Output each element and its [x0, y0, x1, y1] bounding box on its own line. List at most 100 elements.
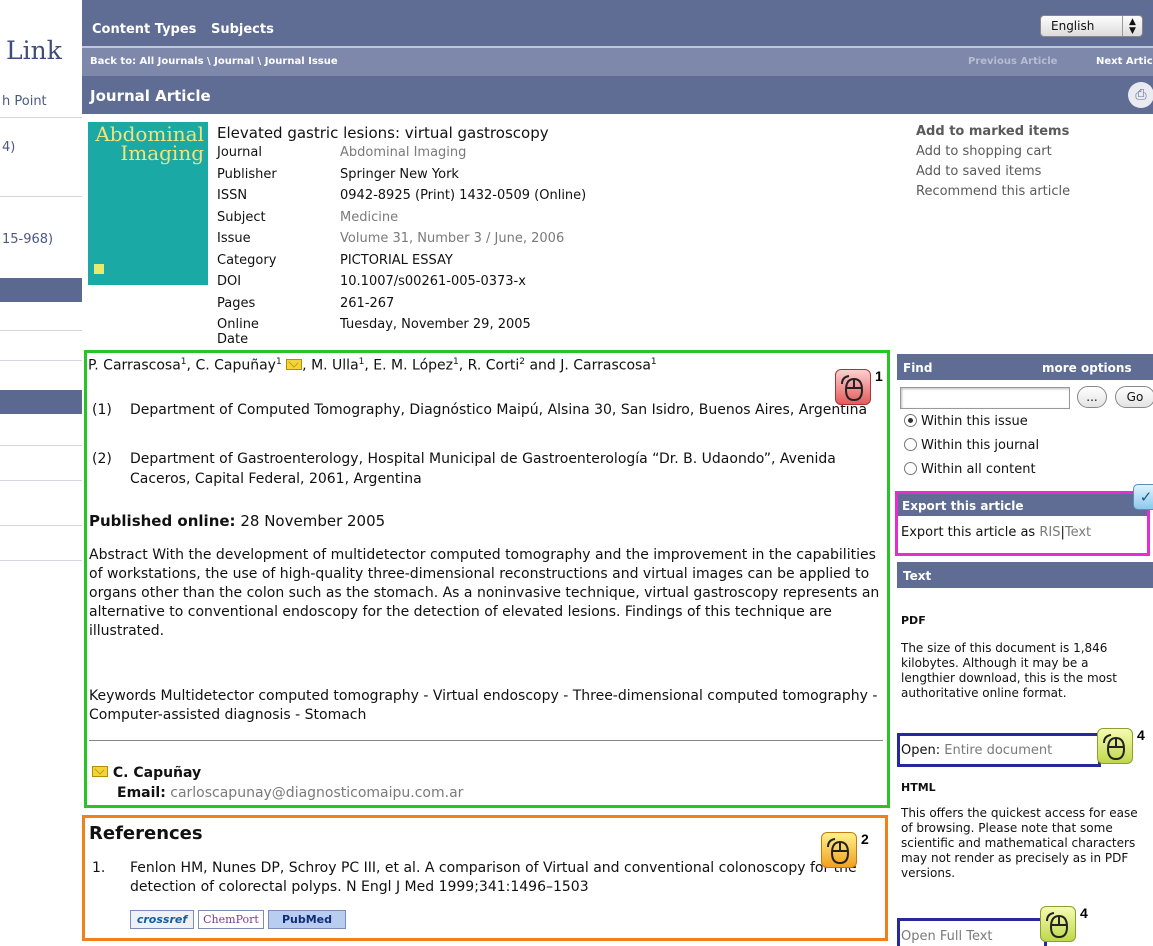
radio-selected-icon: [904, 414, 917, 427]
article-title: Elevated gastric lesions: virtual gastro…: [217, 124, 549, 142]
mouse-click-badge-icon: 4: [1040, 905, 1088, 942]
metadata-value[interactable]: Volume 31, Number 3 / June, 2006: [340, 231, 564, 246]
metadata-key: Publisher: [217, 166, 277, 182]
metadata-value[interactable]: Abdominal Imaging: [340, 145, 466, 160]
reference-number: 1.: [92, 860, 106, 876]
page-title: Journal Article: [90, 87, 211, 105]
entire-document-link[interactable]: Entire document: [944, 743, 1052, 758]
breadcrumb[interactable]: Back to: All Journals \ Journal \ Journa…: [90, 56, 338, 67]
html-description: This offers the quickest access for ease…: [901, 806, 1138, 880]
sidebar-text[interactable]: h Point: [2, 94, 47, 109]
author-name[interactable]: R. Corti: [468, 358, 520, 374]
html-label: HTML: [901, 781, 936, 794]
radio-within-journal[interactable]: Within this journal: [904, 438, 1039, 453]
pdf-description: The size of this document is 1,846 kilob…: [901, 641, 1117, 700]
more-options-link[interactable]: more options: [1042, 361, 1132, 375]
metadata-key: Subject: [217, 209, 266, 225]
radio-within-issue[interactable]: Within this issue: [904, 414, 1028, 429]
sidebar-divider: [0, 525, 82, 526]
select-arrows-icon: ▲ ▼: [1122, 16, 1142, 36]
pdf-label: PDF: [901, 614, 926, 627]
affiliation-sup: 1: [275, 357, 282, 367]
email-label: Email:: [117, 785, 166, 801]
sidebar-divider: [0, 480, 82, 481]
printer-icon[interactable]: ⎙: [1128, 82, 1153, 108]
metadata-key: Online Date: [217, 317, 259, 347]
author-list: P. Carrascosa1, C. Capuñay1 , M. Ulla1, …: [88, 357, 657, 374]
metadata-key: Issue: [217, 231, 251, 246]
pubmed-button[interactable]: PubMed: [268, 910, 346, 929]
journal-cover[interactable]: Abdominal Imaging: [88, 122, 208, 285]
envelope-icon[interactable]: [92, 766, 108, 777]
radio-icon: [904, 462, 917, 475]
export-row: Export this article as RIS|Text: [901, 525, 1091, 540]
author-name[interactable]: E. M. López: [373, 358, 453, 374]
affiliation-sup: 1: [453, 357, 459, 367]
corresponding-author: C. Capuñay: [92, 765, 201, 781]
previous-article-link[interactable]: Previous Article: [968, 56, 1057, 67]
chemport-button[interactable]: ChemPort: [198, 910, 264, 929]
envelope-icon[interactable]: [286, 358, 303, 370]
sidebar-divider: [0, 360, 82, 361]
sidebar-text[interactable]: 4): [2, 140, 15, 155]
published-date: 28 November 2005: [240, 512, 386, 530]
radio-label: Within this issue: [921, 414, 1028, 429]
sidebar-divider: [0, 330, 82, 331]
published-label: Published online:: [89, 512, 236, 530]
open-full-text-link[interactable]: Open Full Text: [901, 929, 993, 944]
export-ris-link[interactable]: RIS: [1039, 525, 1060, 540]
sidebar-section-bar: [0, 278, 82, 302]
author-name[interactable]: M. Ulla: [311, 358, 359, 374]
affiliation-sup: 1: [650, 357, 657, 367]
add-to-saved-items-link[interactable]: Add to saved items: [916, 162, 1070, 182]
find-title: Find: [903, 361, 933, 375]
open-label: Open:: [901, 743, 941, 758]
badge-number: 2: [861, 831, 869, 847]
author-name[interactable]: C. Capuñay: [195, 358, 276, 374]
radio-label: Within this journal: [921, 438, 1040, 453]
email-link[interactable]: carloscapunay@diagnosticomaipu.com.ar: [170, 785, 463, 801]
find-header: Find more options: [897, 354, 1153, 380]
sidebar-divider: [0, 445, 82, 446]
top-nav-bar: Content Types Subjects English ▲ ▼: [82, 0, 1153, 46]
find-input[interactable]: [900, 387, 1070, 409]
article-actions: Add to marked items Add to shopping cart…: [916, 122, 1070, 202]
go-button[interactable]: Go: [1115, 386, 1153, 408]
sidebar-text[interactable]: 15-968): [2, 232, 53, 247]
recommend-article-link[interactable]: Recommend this article: [916, 182, 1070, 202]
text-header: Text: [897, 562, 1153, 588]
affiliation-text: Department of Computed Tomography, Diagn…: [130, 402, 868, 418]
badge-number: 4: [1080, 905, 1088, 921]
section-divider: [89, 740, 883, 741]
metadata-key: ISSN: [217, 188, 248, 203]
export-label: Export this article as: [901, 525, 1036, 540]
radio-label: Within all content: [921, 462, 1036, 477]
export-text-link[interactable]: Text: [1065, 525, 1091, 540]
language-select[interactable]: English ▲ ▼: [1040, 15, 1143, 37]
author-name[interactable]: J. Carrascosa: [560, 358, 651, 374]
and-word: and: [529, 357, 556, 374]
author-name[interactable]: P. Carrascosa: [88, 358, 181, 374]
top-nav: Content Types Subjects: [92, 22, 284, 37]
next-article-link[interactable]: Next Article: [1096, 56, 1153, 67]
nav-content-types[interactable]: Content Types: [92, 22, 196, 37]
left-sidebar: Link h Point 4) 15-968): [0, 0, 82, 946]
mouse-click-badge-icon: 2: [821, 831, 869, 868]
crossref-button[interactable]: crossref: [130, 910, 194, 929]
open-pdf-row: Open: Entire document: [901, 743, 1052, 758]
find-options-button[interactable]: ...: [1077, 386, 1107, 408]
metadata-value: Springer New York: [340, 166, 459, 182]
radio-within-all-content[interactable]: Within all content: [904, 462, 1036, 477]
badge-number: 4: [1137, 727, 1145, 743]
add-to-marked-items-link[interactable]: Add to marked items: [916, 122, 1070, 142]
nav-subjects[interactable]: Subjects: [211, 22, 274, 37]
site-logo[interactable]: Link: [6, 36, 62, 65]
affiliation-text: Department of Gastroenterology, Hospital…: [130, 451, 836, 487]
breadcrumb-bar: Back to: All Journals \ Journal \ Journa…: [82, 46, 1153, 76]
sidebar-divider: [0, 196, 82, 197]
sidebar-section-bar: [0, 390, 82, 414]
badge-number: 1: [875, 368, 883, 384]
metadata-value[interactable]: Medicine: [340, 210, 398, 225]
add-to-shopping-cart-link[interactable]: Add to shopping cart: [916, 142, 1070, 162]
metadata-key: DOI: [217, 274, 242, 289]
